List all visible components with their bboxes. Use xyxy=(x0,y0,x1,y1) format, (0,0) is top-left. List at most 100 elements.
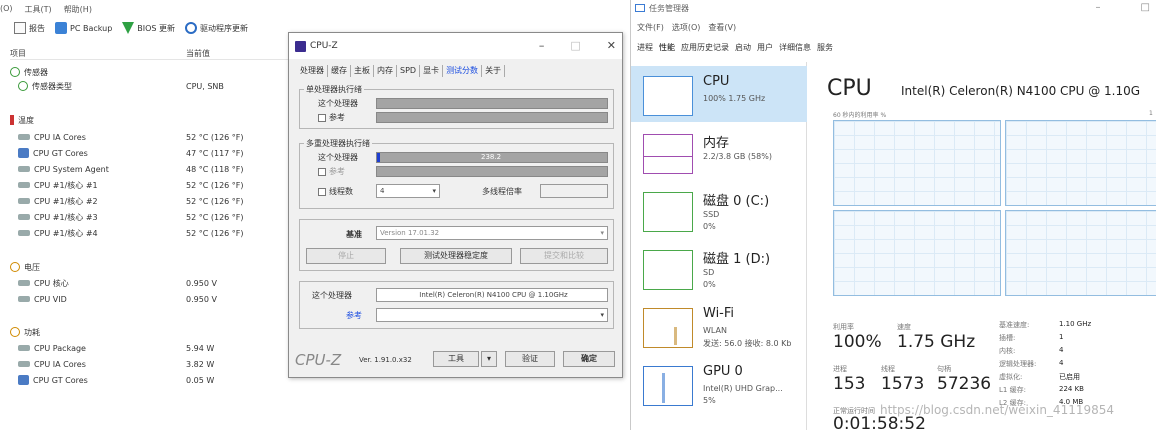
sensor-group-row[interactable]: 温度 xyxy=(10,113,34,127)
threads-label[interactable]: 线程数 xyxy=(318,186,353,197)
handles-key: 句柄 xyxy=(937,365,951,373)
menu-tools[interactable]: 工具(T) xyxy=(25,4,52,18)
tools-dropdown-button[interactable]: ▾ xyxy=(481,351,497,367)
maximize-icon[interactable]: □ xyxy=(570,39,580,52)
menu-help[interactable]: 帮助(H) xyxy=(64,4,92,18)
tools-button[interactable]: 工具 xyxy=(433,351,479,367)
stop-button[interactable]: 停止 xyxy=(306,248,386,264)
cpuz-tab[interactable]: SPD xyxy=(397,65,421,77)
sensor-group-row[interactable]: 传感器 xyxy=(10,65,48,79)
perf-thumbnail xyxy=(643,308,693,348)
cpuz-tab[interactable]: 处理器 xyxy=(297,65,328,77)
cpuz-tab[interactable]: 关于 xyxy=(482,65,506,77)
speed-value: 1.75 GHz xyxy=(897,332,976,352)
sensor-name: CPU IA Cores xyxy=(34,359,86,369)
sensor-row[interactable]: 传感器类型 CPU, SNB xyxy=(18,79,224,93)
sensor-row[interactable]: CPU #1/核心 #2 52 °C (126 °F) xyxy=(18,194,244,208)
col-current[interactable]: 当前值 xyxy=(186,48,210,59)
tm-tab[interactable]: 用户 xyxy=(757,42,773,53)
tm-menubar: 文件(F) 选项(O) 查看(V) xyxy=(637,22,736,33)
tm-tab[interactable]: 进程 xyxy=(637,42,653,53)
sensor-row[interactable]: CPU 核心 0.950 V xyxy=(18,276,217,290)
validate-button[interactable]: 验证 xyxy=(505,351,555,367)
multi-reference-checkbox[interactable] xyxy=(318,167,326,176)
cpu-chip-icon xyxy=(18,134,30,140)
minimize-icon[interactable]: – xyxy=(1096,2,1101,13)
cpuz-tab[interactable]: 缓存 xyxy=(328,65,351,77)
sensor-name: CPU VID xyxy=(34,294,67,304)
sensor-row[interactable]: CPU #1/核心 #1 52 °C (126 °F) xyxy=(18,178,244,192)
tm-tab[interactable]: 启动 xyxy=(735,42,751,53)
perf-sidebar-item[interactable]: GPU 0 Intel(R) UHD Grap... 5% xyxy=(631,356,807,412)
menu-options[interactable]: (O) xyxy=(0,4,13,18)
ok-button[interactable]: 确定 xyxy=(563,351,615,367)
perf-sidebar-item[interactable]: 磁盘 1 (D:) SD 0% xyxy=(631,240,807,296)
sensor-row[interactable]: CPU #1/核心 #4 52 °C (126 °F) xyxy=(18,226,244,240)
sensor-value: 3.82 W xyxy=(186,359,215,369)
sensor-name: CPU 核心 xyxy=(34,278,69,288)
multi-this-processor-bar: 238.2 xyxy=(376,152,608,163)
sensor-label: CPU GT Cores xyxy=(18,148,88,158)
cpuz-tab[interactable]: 显卡 xyxy=(420,65,444,77)
single-reference-checkbox[interactable] xyxy=(318,113,326,122)
perf-sidebar-item[interactable]: Wi-Fi WLAN 发送: 56.0 接收: 8.0 Kb xyxy=(631,298,807,354)
sensor-row[interactable]: CPU System Agent 48 °C (118 °F) xyxy=(18,162,244,176)
benchmark-select[interactable]: Version 17.01.32 ▾ xyxy=(376,226,608,240)
cpu-chip-icon xyxy=(18,296,30,302)
tm-tab[interactable]: 应用历史记录 xyxy=(681,42,729,53)
multi-reference-label[interactable]: 参考 xyxy=(318,166,345,177)
menu-options[interactable]: 选项(O) xyxy=(672,22,701,33)
col-item[interactable]: 项目 xyxy=(10,48,186,59)
cpuz-tab[interactable]: 测试分数 xyxy=(443,65,483,77)
cpuz-tab[interactable]: 主板 xyxy=(351,65,374,77)
sensor-value: 52 °C (126 °F) xyxy=(186,180,244,190)
sensor-name: CPU #1/核心 #3 xyxy=(34,212,98,222)
threads-select[interactable]: 4 ▾ xyxy=(376,184,440,198)
multi-reference-bar xyxy=(376,166,608,177)
multi-score-value: 238.2 xyxy=(481,153,502,161)
bios-update-button[interactable]: BIOS 更新 xyxy=(122,22,175,34)
sensor-label: CPU IA Cores xyxy=(18,360,86,369)
tm-tab[interactable]: 详细信息 xyxy=(779,42,811,53)
sensor-value: 0.950 V xyxy=(186,278,217,288)
sensor-row[interactable]: CPU Package 5.94 W xyxy=(18,341,214,355)
perf-sidebar-item[interactable]: 磁盘 0 (C:) SSD 0% xyxy=(631,182,807,238)
maximize-icon[interactable]: □ xyxy=(1141,2,1150,13)
report-button[interactable]: 报告 xyxy=(14,22,45,34)
pc-backup-button[interactable]: PC Backup xyxy=(55,22,112,34)
perf-sidebar-item[interactable]: 内存 2.2/3.8 GB (58%) xyxy=(631,124,807,180)
tm-tab[interactable]: 服务 xyxy=(817,42,833,53)
cpuz-tab[interactable]: 内存 xyxy=(374,65,397,77)
threads-checkbox[interactable] xyxy=(318,187,326,196)
ref-select[interactable]: ▾ xyxy=(376,308,608,322)
cpu-detail-value: 224 KB xyxy=(1059,385,1084,393)
watermark: https://blog.csdn.net/weixin_41119854 xyxy=(880,403,1115,417)
sensor-name: CPU #1/核心 #4 xyxy=(34,228,98,238)
perf-item-detail: SSD xyxy=(703,210,720,219)
thermometer-icon xyxy=(10,115,14,125)
sensor-label: CPU #1/核心 #4 xyxy=(18,228,98,239)
sensor-row[interactable]: CPU IA Cores 52 °C (126 °F) xyxy=(18,130,244,144)
sensor-row[interactable]: CPU GT Cores 47 °C (117 °F) xyxy=(18,146,244,160)
pc-backup-label: PC Backup xyxy=(70,23,113,33)
minimize-icon[interactable]: – xyxy=(539,39,545,52)
perf-sidebar-item[interactable]: CPU 100% 1.75 GHz xyxy=(631,66,807,122)
driver-update-button[interactable]: 驱动程序更新 xyxy=(185,22,248,34)
single-reference-label[interactable]: 参考 xyxy=(318,112,345,123)
gpu-icon xyxy=(18,148,29,158)
close-icon[interactable]: ✕ xyxy=(607,39,616,52)
sensor-row[interactable]: CPU IA Cores 3.82 W xyxy=(18,357,214,371)
perf-thumbnail xyxy=(643,250,693,290)
sensor-group-row[interactable]: 电压 xyxy=(10,260,40,274)
menu-view[interactable]: 查看(V) xyxy=(708,22,736,33)
menu-file[interactable]: 文件(F) xyxy=(637,22,664,33)
submit-compare-button[interactable]: 提交和比较 xyxy=(520,248,608,264)
sensor-group-row[interactable]: 功耗 xyxy=(10,325,40,339)
sensor-name: 功耗 xyxy=(24,327,40,337)
sensor-row[interactable]: CPU #1/核心 #3 52 °C (126 °F) xyxy=(18,210,244,224)
bench-cpu-stability-button[interactable]: 测试处理器稳定度 xyxy=(400,248,512,264)
tm-titlebar: 任务管理器 – □ xyxy=(631,0,1156,16)
tm-tab[interactable]: 性能 xyxy=(659,42,675,53)
sensor-row[interactable]: CPU VID 0.950 V xyxy=(18,292,217,306)
sensor-row[interactable]: CPU GT Cores 0.05 W xyxy=(18,373,214,387)
